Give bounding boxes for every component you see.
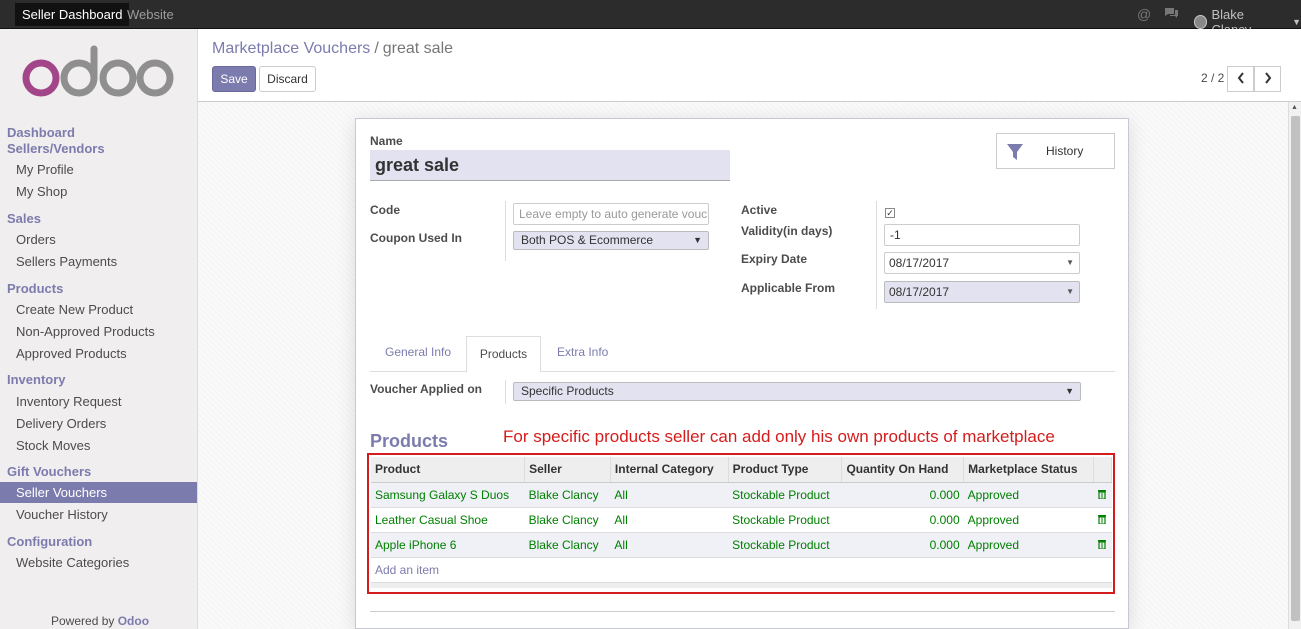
sidebar: Dashboard Sellers/Vendors My Profile My … <box>0 29 198 629</box>
active-label: Active <box>741 203 778 217</box>
name-label: Name <box>370 134 403 148</box>
sidebar-item-create-new-product[interactable]: Create New Product <box>16 302 133 317</box>
menu-head-dashboard[interactable]: Dashboard <box>7 125 75 140</box>
filter-icon <box>1007 144 1023 160</box>
caret-down-icon: ▼ <box>1066 287 1074 296</box>
pager-value: 2 / 2 <box>1201 71 1225 85</box>
menu-head-inventory[interactable]: Inventory <box>7 372 66 387</box>
sidebar-item-seller-vouchers[interactable]: Seller Vouchers <box>0 482 197 503</box>
menu-head-gift-vouchers[interactable]: Gift Vouchers <box>7 464 91 479</box>
expiry-date-value: 08/17/2017 <box>889 256 950 270</box>
chevron-right-icon <box>1264 72 1271 84</box>
divider <box>505 380 506 404</box>
sidebar-item-non-approved-products[interactable]: Non-Approved Products <box>16 324 155 339</box>
voucher-applied-on-value: Specific Products <box>521 384 614 398</box>
history-label: History <box>1046 144 1084 158</box>
sidebar-item-my-profile[interactable]: My Profile <box>16 162 74 177</box>
scrollbar[interactable]: ▲ <box>1288 102 1301 629</box>
at-icon[interactable]: @ <box>1137 6 1151 22</box>
menu-head-configuration[interactable]: Configuration <box>7 534 92 549</box>
coupon-used-in-label: Coupon Used In <box>370 231 462 245</box>
menu-head-sales[interactable]: Sales <box>7 211 41 226</box>
powered-by: Powered by Odoo <box>51 614 149 628</box>
tab-seller-dashboard[interactable]: Seller Dashboard <box>15 3 130 26</box>
code-label: Code <box>370 203 400 217</box>
chevron-down-icon: ▼ <box>1292 17 1301 27</box>
scroll-thumb[interactable] <box>1291 116 1300 621</box>
expiry-date-label: Expiry Date <box>741 252 808 266</box>
voucher-applied-on-label: Voucher Applied on <box>370 382 483 396</box>
sidebar-item-orders[interactable]: Orders <box>16 232 56 247</box>
powered-by-label: Powered by <box>51 614 115 628</box>
code-input[interactable]: Leave empty to auto generate voucher cod… <box>513 203 709 225</box>
applicable-from-value: 08/17/2017 <box>889 285 950 299</box>
sidebar-item-approved-products[interactable]: Approved Products <box>16 346 127 361</box>
sidebar-item-my-shop[interactable]: My Shop <box>16 184 67 199</box>
divider <box>876 201 877 309</box>
products-section-title: Products <box>370 431 449 451</box>
applicable-from-input[interactable]: 08/17/2017 ▼ <box>884 281 1080 303</box>
pager-previous-button[interactable] <box>1227 66 1254 92</box>
breadcrumb-current: great sale <box>382 40 454 57</box>
sidebar-item-voucher-history[interactable]: Voucher History <box>16 507 108 522</box>
sidebar-item-stock-moves[interactable]: Stock Moves <box>16 438 90 453</box>
odoo-logo <box>22 45 174 97</box>
annotation-text: For specific products seller can add onl… <box>503 427 1055 446</box>
history-button[interactable]: History <box>996 133 1115 169</box>
menu-head-sellers[interactable]: Sellers/Vendors <box>7 141 105 156</box>
form-sheet: Name great sale History Code Coupon Used… <box>355 118 1129 629</box>
chat-icon[interactable] <box>1164 6 1179 22</box>
powered-by-brand[interactable]: Odoo <box>118 614 149 628</box>
sidebar-item-website-categories[interactable]: Website Categories <box>16 555 129 570</box>
caret-down-icon: ▼ <box>693 235 702 245</box>
applicable-from-label: Applicable From <box>741 281 836 295</box>
control-panel: Marketplace Vouchers / great sale Save Dis… <box>198 29 1301 102</box>
caret-down-icon: ▼ <box>1066 258 1074 267</box>
tab-extra-info[interactable]: Extra Info <box>557 345 608 359</box>
breadcrumb-parent[interactable]: Marketplace Vouchers <box>212 40 370 57</box>
divider <box>505 201 506 261</box>
pager-next-button[interactable] <box>1254 66 1281 92</box>
validity-input[interactable]: -1 <box>884 224 1080 246</box>
name-field[interactable]: great sale <box>370 150 730 181</box>
active-checkbox[interactable]: ✓ <box>885 208 895 218</box>
caret-down-icon: ▼ <box>1065 386 1074 396</box>
sidebar-item-inventory-request[interactable]: Inventory Request <box>16 394 122 409</box>
breadcrumb: Marketplace Vouchers / great sale <box>212 40 453 58</box>
coupon-used-in-select[interactable]: Both POS & Ecommerce ▼ <box>513 231 709 250</box>
tab-website[interactable]: Website <box>121 3 180 26</box>
chevron-left-icon <box>1237 72 1244 84</box>
save-button[interactable]: Save <box>212 66 256 92</box>
voucher-applied-on-select[interactable]: Specific Products ▼ <box>513 382 1081 401</box>
expiry-date-input[interactable]: 08/17/2017 ▼ <box>884 252 1080 274</box>
coupon-used-in-value: Both POS & Ecommerce <box>521 233 654 247</box>
scroll-up-icon[interactable]: ▲ <box>1291 104 1298 111</box>
divider <box>370 611 1115 612</box>
top-navbar: Seller Dashboard Website @ Blake Clancy … <box>0 0 1301 37</box>
sidebar-item-sellers-payments[interactable]: Sellers Payments <box>16 254 117 269</box>
tab-general-info[interactable]: General Info <box>385 345 451 359</box>
menu-head-products[interactable]: Products <box>7 281 63 296</box>
discard-button[interactable]: Discard <box>259 66 316 92</box>
validity-label: Validity(in days) <box>741 224 833 238</box>
annotation-highlight-box <box>367 453 1115 594</box>
sidebar-item-delivery-orders[interactable]: Delivery Orders <box>16 416 106 431</box>
breadcrumb-separator: / <box>374 40 379 57</box>
avatar <box>1194 15 1208 29</box>
tab-products[interactable]: Products <box>466 336 541 373</box>
